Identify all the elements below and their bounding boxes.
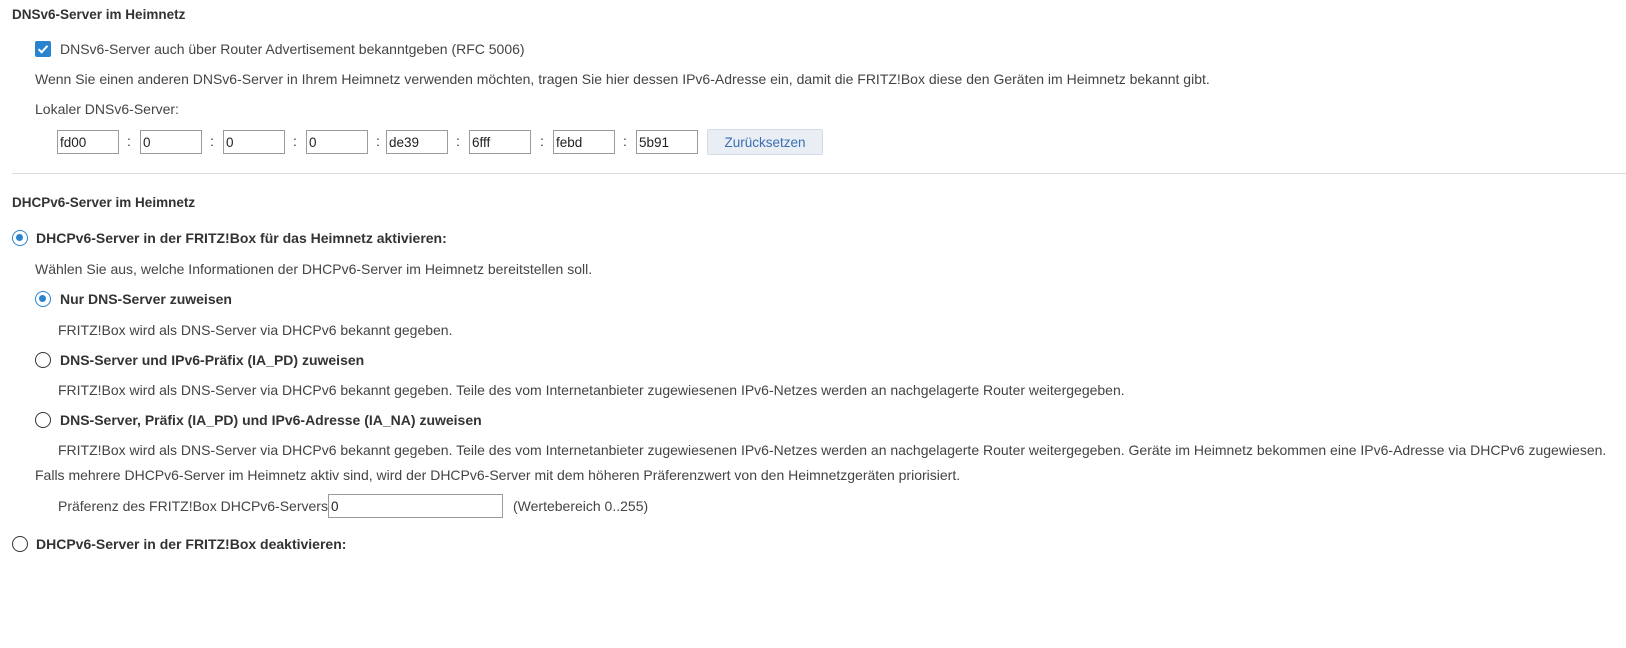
ipv6-separator: : [293,133,297,149]
dhcpv6-section-title: DHCPv6-Server im Heimnetz [12,195,196,210]
option-dns-prefix-radio[interactable] [35,352,51,368]
dnsv6-section-title: DNSv6-Server im Heimnetz [12,7,186,22]
option-dns-only-label[interactable]: Nur DNS-Server zuweisen [60,290,232,308]
router-advertisement-label[interactable]: DNSv6-Server auch über Router Advertisem… [60,40,525,58]
ipv6-segment-6[interactable] [469,130,531,154]
dnsv6-description: Wenn Sie einen anderen DNSv6-Server in I… [35,71,1210,87]
dhcpv6-disable-radio[interactable] [12,536,28,552]
ipv6-segment-3[interactable] [223,130,285,154]
multiple-servers-note: Falls mehrere DHCPv6-Server im Heimnetz … [35,467,961,483]
option-dns-prefix-description: FRITZ!Box wird als DNS-Server via DHCPv6… [58,382,1125,398]
preference-label: Präferenz des FRITZ!Box DHCPv6-Servers: [58,498,332,514]
ipv6-segment-7[interactable] [553,130,615,154]
option-dns-prefix-address-radio[interactable] [35,412,51,428]
option-dns-prefix-address-description: FRITZ!Box wird als DNS-Server via DHCPv6… [58,442,1607,458]
dhcpv6-disable-label[interactable]: DHCPv6-Server in der FRITZ!Box deaktivie… [36,535,346,553]
option-dns-only-radio[interactable] [35,291,51,307]
ipv6-segment-4[interactable] [306,130,368,154]
section-divider [12,173,1626,174]
local-dnsv6-server-label: Lokaler DNSv6-Server: [35,101,179,117]
router-advertisement-checkbox[interactable] [35,41,51,57]
ipv6-separator: : [623,133,627,149]
dhcpv6-choose-text: Wählen Sie aus, welche Informationen der… [35,261,593,277]
ipv6-separator: : [210,133,214,149]
option-dns-only-description: FRITZ!Box wird als DNS-Server via DHCPv6… [58,322,453,338]
ipv6-separator: : [376,133,380,149]
checkmark-icon [37,45,49,54]
dhcpv6-enable-radio[interactable] [12,230,28,246]
ipv6-segment-2[interactable] [140,130,202,154]
ipv6-separator: : [540,133,544,149]
preference-range-hint: (Wertebereich 0..255) [513,498,649,514]
ipv6-separator: : [456,133,460,149]
dhcpv6-enable-label[interactable]: DHCPv6-Server in der FRITZ!Box für das H… [36,229,447,247]
ipv6-segment-5[interactable] [386,130,448,154]
ipv6-separator: : [127,133,131,149]
preference-input[interactable] [328,494,503,518]
option-dns-prefix-label[interactable]: DNS-Server und IPv6-Präfix (IA_PD) zuwei… [60,351,364,369]
option-dns-prefix-address-label[interactable]: DNS-Server, Präfix (IA_PD) und IPv6-Adre… [60,411,482,429]
ipv6-segment-8[interactable] [636,130,698,154]
reset-button[interactable]: Zurücksetzen [707,129,823,155]
ipv6-segment-1[interactable] [57,130,119,154]
